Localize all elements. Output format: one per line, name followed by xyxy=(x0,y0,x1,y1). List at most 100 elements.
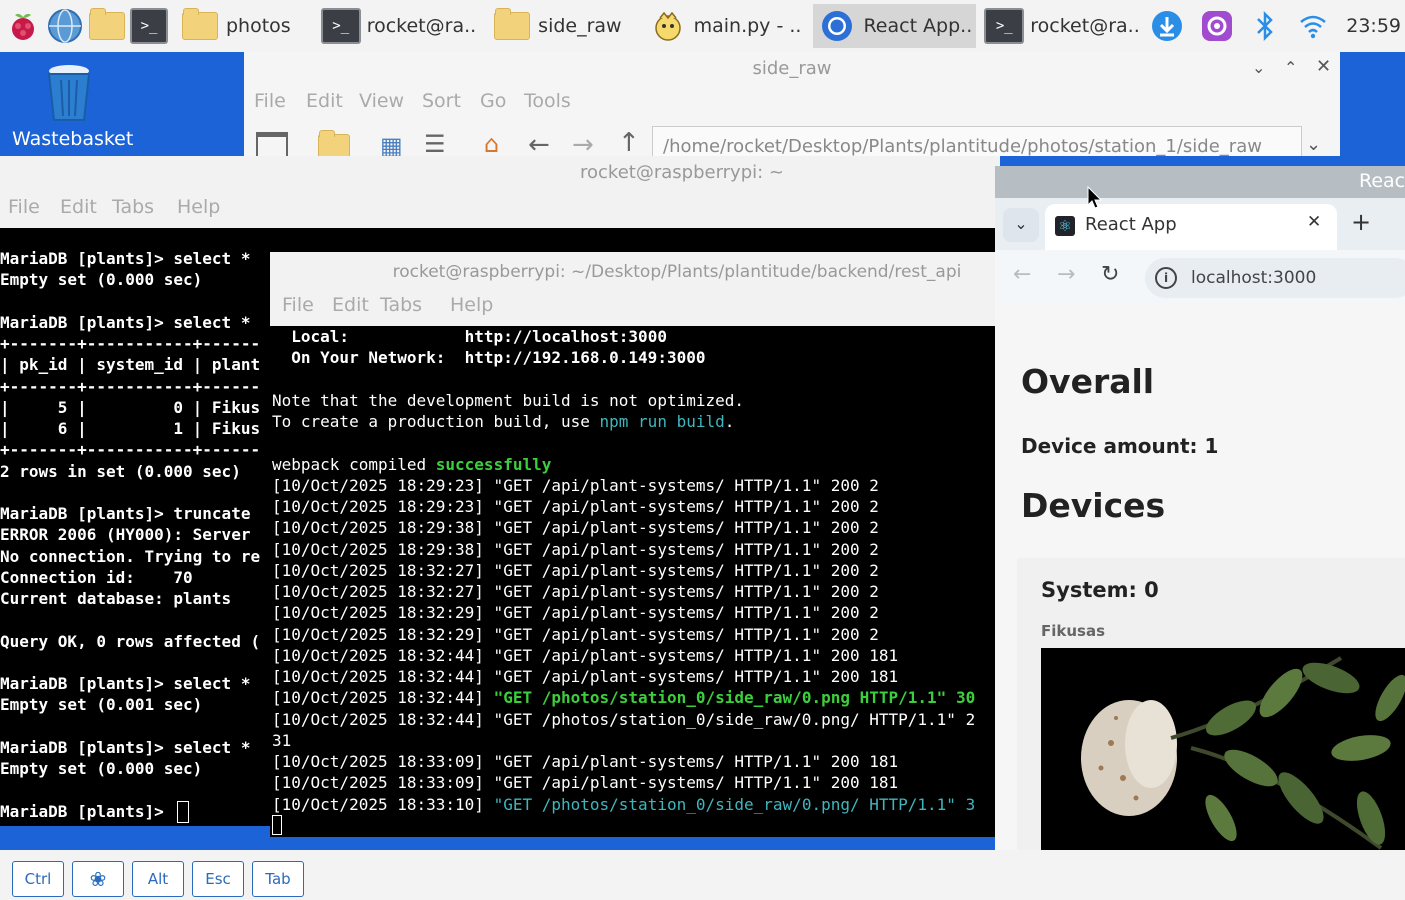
plant-name: Fikusas xyxy=(1041,622,1106,640)
connect-icon[interactable] xyxy=(1198,7,1236,45)
browser-window: Reac ⌄ ⚛ React App ✕ + ← → ↻ i localhost… xyxy=(995,166,1405,850)
log-line: [10/Oct/2025 18:32:44] "GET /photos/stat… xyxy=(272,688,976,708)
window-title: side_raw xyxy=(752,58,832,79)
device-card: System: 0 Fikusas xyxy=(1017,558,1405,850)
tab-search-icon[interactable]: ⌄ xyxy=(1003,208,1039,242)
raspberry-menu-icon[interactable] xyxy=(4,7,42,45)
terminal-line: Empty set (0.001 sec) xyxy=(0,695,203,715)
back-icon[interactable]: ← xyxy=(528,130,550,156)
menu-edit[interactable]: Edit xyxy=(306,90,343,112)
raspberry-key-button[interactable]: ❀ xyxy=(72,861,124,897)
maximize-icon[interactable]: ⌃ xyxy=(1284,58,1297,77)
task-thonny[interactable]: main.py - .. xyxy=(644,4,806,48)
terminal-line: MariaDB [plants]> truncate xyxy=(0,504,251,523)
task-side-raw[interactable]: side_raw xyxy=(488,4,625,48)
terminal-line: Current database: plants xyxy=(0,589,232,608)
onscreen-keys-bar: Ctrl ❀ Alt Esc Tab xyxy=(0,850,1405,900)
log-line: [10/Oct/2025 18:32:27] "GET /api/plant-s… xyxy=(272,560,879,580)
menu-sort[interactable]: Sort xyxy=(422,90,461,112)
task-react-app[interactable]: React App.. xyxy=(813,4,977,48)
path-dropdown-icon[interactable]: ⌄ xyxy=(1306,134,1321,155)
reload-icon[interactable]: ↻ xyxy=(1101,262,1119,287)
task-label: photos xyxy=(226,15,291,37)
folder-icon xyxy=(492,8,532,44)
log-line: [10/Oct/2025 18:33:09] "GET /api/plant-s… xyxy=(272,773,899,793)
bluetooth-icon[interactable] xyxy=(1246,7,1284,45)
menu-tools[interactable]: Tools xyxy=(524,90,571,112)
menu-help[interactable]: Help xyxy=(177,196,220,218)
menu-help[interactable]: Help xyxy=(450,294,493,316)
terminal-output[interactable]: Local: http://localhost:3000 On Your Net… xyxy=(272,326,997,835)
menu-tabs[interactable]: Tabs xyxy=(112,196,154,218)
ctrl-key-button[interactable]: Ctrl xyxy=(12,861,64,897)
file-manager-launcher-icon[interactable] xyxy=(88,7,126,45)
terminal-icon: >_ xyxy=(984,8,1025,44)
task-photos[interactable]: photos xyxy=(176,4,295,48)
menu-edit[interactable]: Edit xyxy=(332,294,369,316)
icon-view-icon[interactable]: ▦ xyxy=(380,132,403,156)
path-input[interactable]: /home/rocket/Desktop/Plants/plantitude/p… xyxy=(652,126,1302,156)
menu-edit[interactable]: Edit xyxy=(60,196,97,218)
home-icon[interactable]: ⌂ xyxy=(484,130,499,156)
menu-tabs[interactable]: Tabs xyxy=(380,294,422,316)
request-log: [10/Oct/2025 18:29:23] "GET /api/plant-s… xyxy=(272,475,997,815)
up-icon[interactable]: ↑ xyxy=(618,128,640,156)
terminal-line: | 5 | 0 | Fikus xyxy=(0,397,261,417)
wifi-icon[interactable] xyxy=(1294,7,1332,45)
line-note: To create a production build, use npm ru… xyxy=(272,412,735,431)
address-bar[interactable]: i localhost:3000 xyxy=(1145,258,1405,298)
alt-key-button[interactable]: Alt xyxy=(132,861,184,897)
new-folder-icon[interactable] xyxy=(318,130,350,156)
browser-titlebar: Reac xyxy=(995,166,1405,198)
terminal-line: MariaDB [plants]> xyxy=(0,801,280,823)
menu-file[interactable]: File xyxy=(254,90,286,112)
terminal-launcher-icon[interactable]: >_ xyxy=(130,7,168,45)
task-label: main.py - .. xyxy=(693,15,802,37)
terminal-line: | pk_id | system_id | plant xyxy=(0,355,261,375)
taskbar: >_ photos >_ rocket@ra.. side_raw main.py… xyxy=(0,0,1405,52)
line-network: On Your Network: http://192.168.0.149:30… xyxy=(272,348,706,368)
plant-photo xyxy=(1041,648,1405,850)
task-terminal-2[interactable]: >_ rocket@ra.. xyxy=(980,4,1143,48)
log-line: [10/Oct/2025 18:33:09] "GET /api/plant-s… xyxy=(272,752,899,771)
menu-view[interactable]: View xyxy=(359,90,404,112)
log-line: [10/Oct/2025 18:32:29] "GET /api/plant-s… xyxy=(272,603,879,623)
menu-file[interactable]: File xyxy=(282,294,314,316)
wastebasket[interactable]: Wastebasket xyxy=(12,60,133,155)
log-line: [10/Oct/2025 18:32:27] "GET /api/plant-s… xyxy=(272,582,879,601)
list-view-icon[interactable]: ☰ xyxy=(424,130,446,156)
back-icon[interactable]: ← xyxy=(1013,262,1031,287)
forward-icon[interactable]: → xyxy=(1057,262,1075,287)
log-line: [10/Oct/2025 18:29:38] "GET /api/plant-s… xyxy=(272,518,879,538)
minimize-icon[interactable]: ⌄ xyxy=(1252,58,1265,77)
folder-icon xyxy=(180,8,220,44)
site-info-icon[interactable]: i xyxy=(1155,267,1177,289)
menu-go[interactable]: Go xyxy=(480,90,506,112)
url-text: localhost:3000 xyxy=(1191,268,1317,288)
menu-file[interactable]: File xyxy=(8,196,40,218)
esc-key-button[interactable]: Esc xyxy=(192,861,244,897)
terminal-line: Empty set (0.000 sec) xyxy=(0,270,203,290)
new-window-icon[interactable] xyxy=(256,132,288,156)
tab-key-button[interactable]: Tab xyxy=(252,861,304,897)
log-line: 31 xyxy=(272,730,292,750)
terminal-line: +-------+-----------+------ xyxy=(0,376,261,396)
download-icon[interactable] xyxy=(1148,7,1186,45)
tab-close-icon[interactable]: ✕ xyxy=(1307,212,1321,232)
page-content: Overall Device amount: 1 Devices System:… xyxy=(995,306,1405,850)
file-manager-window: side_raw ⌄ ⌃ ✕ File Edit View Sort Go To… xyxy=(244,52,1340,156)
forward-icon[interactable]: → xyxy=(572,130,594,156)
new-tab-icon[interactable]: + xyxy=(1351,208,1371,236)
task-terminal-1[interactable]: >_ rocket@ra.. xyxy=(317,4,480,48)
close-icon[interactable]: ✕ xyxy=(1316,56,1331,77)
window-title: rocket@raspberrypi: ~ xyxy=(580,162,784,183)
terminal-line: MariaDB [plants]> select * xyxy=(0,249,251,268)
terminal-output[interactable]: MariaDB [plants]> select * Empty set (0.0… xyxy=(0,248,280,823)
clock[interactable]: 23:59 xyxy=(1346,15,1401,37)
task-label: rocket@ra.. xyxy=(366,15,477,37)
browser-launcher-icon[interactable] xyxy=(46,7,84,45)
log-line: [10/Oct/2025 18:29:23] "GET /api/plant-s… xyxy=(272,497,879,516)
